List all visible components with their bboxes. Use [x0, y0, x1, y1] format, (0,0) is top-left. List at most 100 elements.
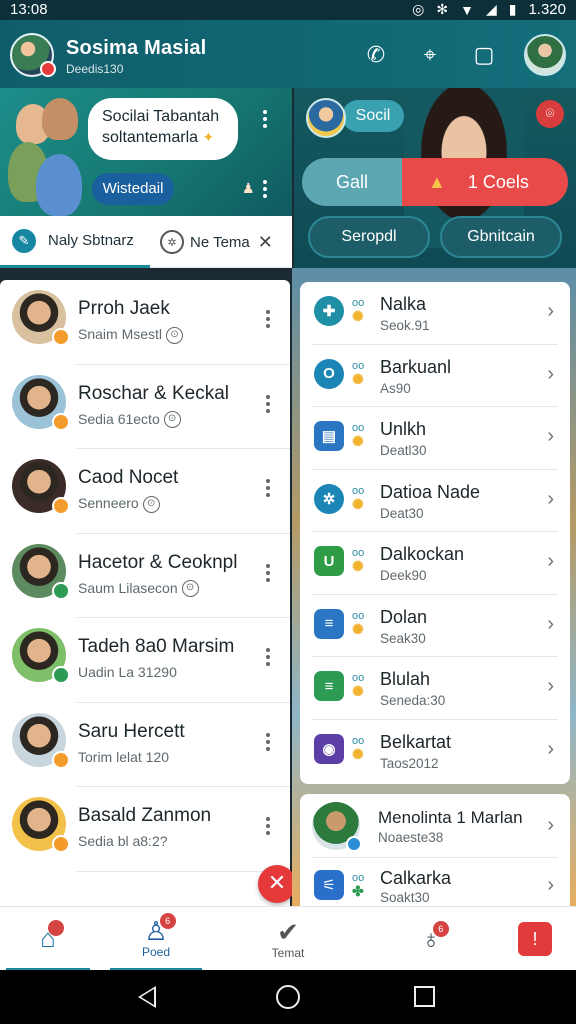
profile-avatar[interactable]	[10, 33, 56, 77]
app-row[interactable]: ≡ oo ✺ Blulah Seneda:30 ›	[312, 657, 558, 720]
hero-more-icon[interactable]	[263, 110, 267, 128]
app-row[interactable]: ✚ oo ✺ Nalka Seok.91 ›	[312, 282, 558, 345]
sync-icon: ◎	[412, 1, 425, 17]
nav-home[interactable]: ⌂	[6, 907, 90, 971]
chevron-right-icon: ›	[547, 550, 554, 572]
app-name: Nalka	[380, 294, 427, 314]
account-avatar[interactable]	[524, 34, 566, 76]
app-name: Calkarka	[380, 868, 452, 888]
call-button[interactable]: Gall	[302, 158, 402, 206]
app-subtitle: Deatl30	[380, 443, 427, 458]
nav-post-badge: 6	[159, 912, 176, 929]
contact-name: Tadeh 8a0 Marsim	[78, 636, 235, 657]
more-icon[interactable]	[266, 479, 270, 497]
contact-subtitle-text: Senneero	[78, 495, 139, 511]
status-badge	[52, 666, 70, 684]
nav-post[interactable]: ♙ 6 Poed	[110, 907, 202, 971]
contact-subtitle: Senneero ⊙	[78, 495, 160, 513]
system-navigation-bar	[0, 970, 576, 1024]
edit-icon: ✎	[12, 228, 36, 253]
tab-primary[interactable]: ✎ Naly Sbtnarz	[0, 216, 150, 268]
profile-icon: ♁ 6	[421, 921, 449, 953]
app-icon: ✚	[314, 296, 344, 326]
device-icon[interactable]: ▢	[470, 41, 498, 69]
app-row[interactable]: Uoo ✺ Dalkockan Deek90 ›	[312, 532, 558, 595]
contact-row[interactable]: Tadeh 8a0 Marsim Uadin La 31290	[12, 618, 290, 703]
app-list: ✚ oo ✺ Nalka Seok.91 › Ooo ✺ Barkuanl As90 › ▤ oo ✺ Un…	[300, 282, 570, 784]
contact-subtitle-text: Saum Lilasecon	[78, 579, 178, 596]
back-icon[interactable]	[138, 986, 156, 1008]
contact-row[interactable]: Hacetor & Ceoknpl Saum Lilasecon ⊙	[12, 534, 290, 618]
hero-bubble-line1: Socilai Tabantah	[102, 108, 220, 125]
app-name: Belkartat	[380, 731, 452, 752]
more-icon[interactable]	[266, 394, 270, 413]
hero-cta-button[interactable]: Wistedail	[92, 173, 174, 205]
more-icon[interactable]	[266, 563, 270, 582]
close-icon[interactable]: ✕	[258, 232, 273, 253]
contact-row[interactable]: Saru Hercett Torim lelat 120	[12, 703, 290, 787]
contact-tag-icon: ⊙	[166, 326, 184, 344]
contact-name: Roschar & Keckal	[78, 382, 230, 404]
location-icon[interactable]: ⌾	[536, 100, 564, 128]
app-row[interactable]: Ooo ✺ Barkuanl As90 ›	[312, 345, 558, 407]
contact-row[interactable]: Caod Nocet Senneero ⊙	[12, 449, 290, 534]
nav-profile[interactable]: ♁ 6	[396, 907, 466, 971]
status-battery: 1.320	[528, 1, 566, 18]
app-subtitle: Deedis130	[66, 62, 124, 76]
phone-icon[interactable]: ✆	[362, 41, 390, 69]
caller-avatar[interactable]	[306, 98, 346, 138]
coels-button[interactable]: ▲ 1 Coels	[402, 158, 568, 206]
contact-row[interactable]: Roschar & Keckal Sedia 61ecto ⊙	[12, 365, 290, 449]
contact-name: Caod Nocet	[78, 467, 179, 488]
app-row[interactable]: ◉ oo ✺ Belkartat Taos2012 ›	[312, 720, 558, 783]
status-time: 13:08	[10, 1, 48, 18]
list-item[interactable]: Menolinta 1 Marlan Noaeste38 ›	[312, 794, 558, 858]
nav-home-badge	[47, 919, 64, 936]
app-icon-glyph: U	[323, 552, 335, 570]
home-circle-icon[interactable]	[276, 985, 300, 1009]
pin-icon[interactable]: ⌖	[416, 41, 444, 69]
status-badge	[52, 412, 70, 431]
app-subtitle: Taos2012	[380, 755, 439, 771]
recents-icon[interactable]	[414, 986, 435, 1007]
social-chip[interactable]: Socil	[342, 100, 404, 132]
app-name: Blulah	[380, 669, 431, 689]
more-icon[interactable]	[266, 310, 270, 328]
app-row[interactable]: ≡ oo ✺ Dolan Seak30 ›	[312, 595, 558, 657]
person-icon: ♟	[242, 180, 255, 196]
close-fab-button[interactable]: ✕	[258, 865, 296, 903]
nav-theme[interactable]: ✔ Temat	[246, 907, 330, 971]
contact-row[interactable]: Basald Zanmon Sedia bl a8:2?	[12, 787, 290, 872]
people-icon: ♙ 6	[144, 912, 176, 945]
app-row[interactable]: ✲ oo ✺ Datioa Nade Deat30 ›	[312, 470, 558, 532]
app-icon-glyph: ◉	[322, 740, 336, 758]
app-icon: ✲	[314, 483, 344, 514]
app-subtitle: Seok.91	[380, 318, 430, 333]
profile-badge	[40, 61, 56, 77]
nav-alert[interactable]: !	[500, 907, 570, 971]
nav-profile-badge: 6	[432, 921, 449, 937]
hero-more-icon-2[interactable]	[263, 180, 267, 198]
status-badge	[52, 750, 70, 769]
status-badge	[52, 328, 70, 346]
contact-row[interactable]: Prroh Jaek Snaim Msestl ⊙	[12, 280, 290, 365]
contact-subtitle: Noaeste38	[378, 830, 444, 845]
chevron-right-icon: ›	[547, 362, 554, 385]
more-icon[interactable]	[266, 732, 270, 751]
app-icon: U	[314, 546, 344, 576]
app-icon-glyph: O	[323, 365, 335, 382]
tertiary-action-button[interactable]: Gbnitcain	[440, 216, 562, 258]
secondary-action-button[interactable]: Seropdl	[308, 216, 430, 258]
app-row[interactable]: ▤ oo ✺ Unlkh Deatl30 ›	[312, 407, 558, 470]
more-icon[interactable]	[266, 817, 270, 835]
app-name: Barkuanl	[380, 356, 452, 377]
tab-secondary[interactable]: ✲ Ne Tema ✕	[160, 216, 290, 268]
check-badge-icon: ✔	[277, 917, 299, 947]
app-icon-glyph: ✚	[322, 303, 336, 320]
chevron-right-icon: ›	[547, 300, 554, 322]
nav-post-label: Poed	[141, 944, 171, 959]
more-icon[interactable]	[266, 648, 270, 666]
app-subtitle: Deat30	[380, 505, 424, 521]
app-subtitle: As90	[380, 380, 411, 396]
status-icons: oo ✤	[352, 872, 365, 899]
